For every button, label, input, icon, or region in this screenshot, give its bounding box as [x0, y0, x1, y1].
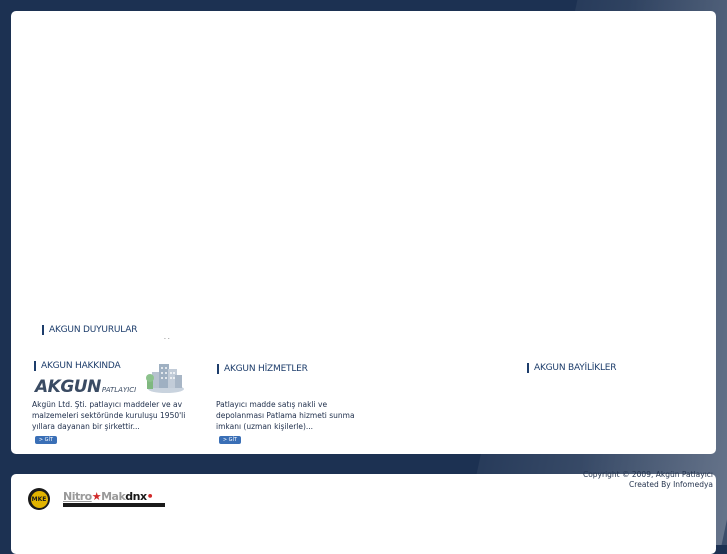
- about-go-button[interactable]: > GİT: [35, 436, 57, 444]
- credit-line: Created By Infomedya: [629, 480, 713, 489]
- announcements-marquee: . .: [164, 334, 170, 341]
- mke-logo-text: MKE: [30, 490, 48, 508]
- announcements-title: AKGUN DUYURULAR: [42, 325, 137, 335]
- about-title: AKGUN HAKKINDA: [34, 361, 121, 371]
- akgun-logo: AKGUN PATLAYICI: [35, 377, 137, 397]
- mke-logo[interactable]: MKE: [28, 488, 50, 510]
- about-text: Akgün Ltd. Şti. patlayıcı maddeler ve av…: [32, 400, 186, 431]
- nitromak-logo[interactable]: Nitro★Makdnx•: [63, 490, 167, 510]
- buildings-icon: [146, 364, 184, 393]
- dealers-title: AKGUN BAYİLİKLER: [527, 363, 617, 373]
- services-title: AKGUN HİZMETLER: [217, 364, 308, 374]
- copyright-line: Copyright © 2009, Akgün Patlayıcı: [582, 470, 713, 479]
- services-go-button[interactable]: > GİT: [219, 436, 241, 444]
- services-text: Patlayıcı madde satış nakli ve depolanma…: [216, 400, 355, 431]
- copyright: Copyright © 2009, Akgün Patlayıcı Create…: [583, 470, 713, 490]
